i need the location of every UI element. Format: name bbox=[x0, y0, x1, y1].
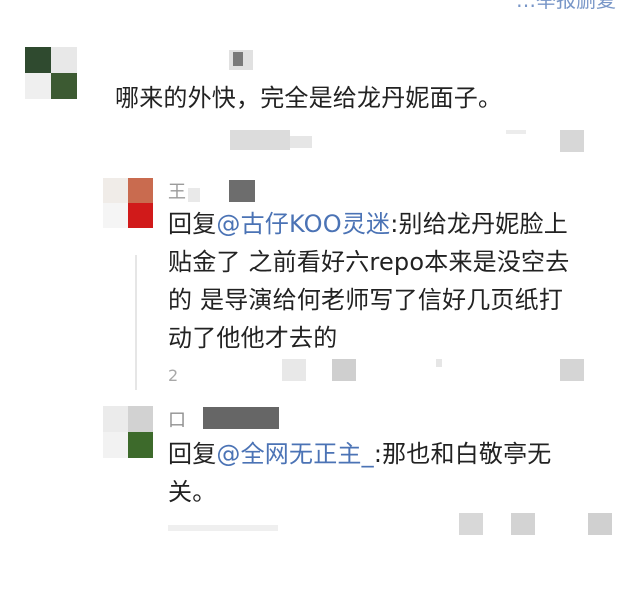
reply2-author-name-redacted[interactable] bbox=[203, 407, 279, 429]
reply-author-name-hint[interactable]: 王 bbox=[168, 178, 186, 204]
reply2-mention-link[interactable]: @全网无正主_ bbox=[216, 440, 373, 468]
reply-line1: :别给龙丹妮脸上 bbox=[390, 210, 568, 238]
reply-icon[interactable] bbox=[506, 130, 526, 134]
comment-timestamp-redacted bbox=[230, 130, 290, 150]
reply-line4: 动了他他才去的 bbox=[168, 324, 338, 352]
reply-avatar-2[interactable] bbox=[103, 406, 153, 458]
reply-line3: 的 是导演给何老师写了信好几页纸打 bbox=[168, 286, 564, 314]
reply-author-badge-redacted bbox=[188, 188, 200, 202]
reply-mention-link[interactable]: @古仔KOO灵迷 bbox=[216, 210, 390, 238]
commenter-avatar[interactable] bbox=[25, 47, 77, 99]
reply-line2: 贴金了 之前看好六repo本来是没空去 bbox=[168, 248, 570, 276]
top-action-link[interactable]: …举报删复 bbox=[516, 0, 616, 10]
reply-timestamp-redacted bbox=[282, 359, 306, 381]
reply-text: 回复@古仔KOO灵迷:别给龙丹妮脸上 贴金了 之前看好六repo本来是没空去 的… bbox=[168, 205, 569, 357]
reply2-line1: :那也和白敬亭无 bbox=[373, 440, 552, 468]
reply-thread-line bbox=[135, 255, 137, 390]
reply-reply-icon[interactable] bbox=[436, 359, 442, 367]
reply2-line2: 关。 bbox=[168, 478, 217, 506]
reply2-text: 回复@全网无正主_:那也和白敬亭无 关。 bbox=[168, 435, 552, 511]
reply2-timestamp-redacted bbox=[168, 525, 278, 531]
reply2-action-redacted[interactable] bbox=[459, 513, 483, 535]
reply-like-icon[interactable] bbox=[560, 359, 584, 381]
reply-action-redacted[interactable] bbox=[332, 359, 356, 381]
reply2-prefix: 回复 bbox=[168, 440, 217, 468]
reply-avatar[interactable] bbox=[103, 178, 153, 228]
comment-text: 哪来的外快，完全是给龙丹妮面子。 bbox=[115, 84, 503, 112]
reply2-like-icon[interactable] bbox=[588, 513, 612, 535]
comment-action-redacted[interactable] bbox=[290, 136, 312, 148]
reply-meta-count: 2 bbox=[168, 366, 179, 385]
reply2-author-name-hint[interactable]: 口 bbox=[168, 406, 186, 432]
commenter-name-redacted-dark bbox=[233, 52, 243, 66]
reply-prefix: 回复 bbox=[168, 210, 217, 238]
reply-author-name-redacted[interactable] bbox=[229, 180, 255, 202]
reply2-reply-icon[interactable] bbox=[511, 513, 535, 535]
like-icon[interactable] bbox=[560, 130, 584, 152]
